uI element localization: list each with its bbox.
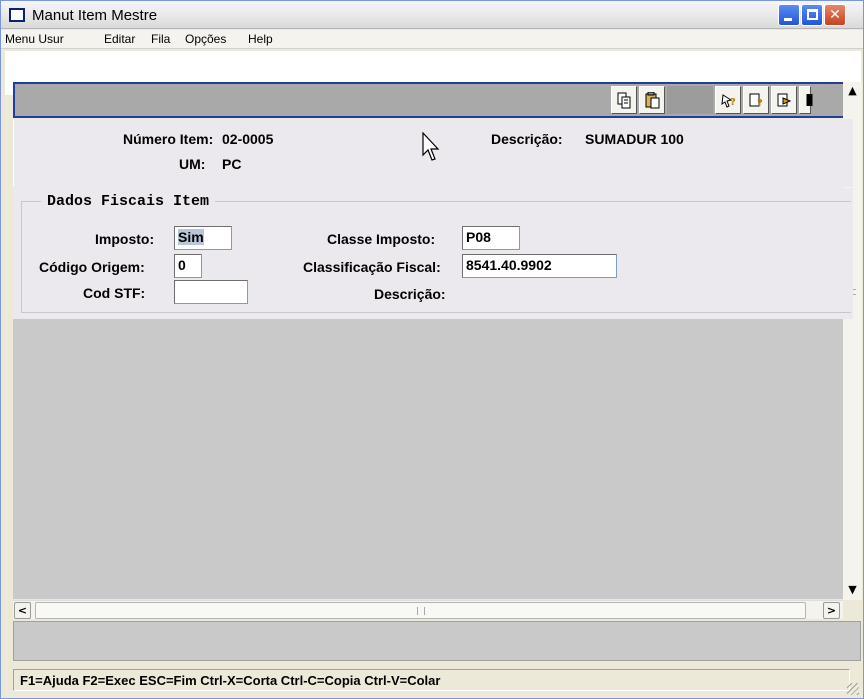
status-field: F1=Ajuda F2=Exec ESC=Fim Ctrl-X=Corta Ct…: [13, 669, 850, 691]
um-value: PC: [222, 156, 242, 172]
menu-item-help[interactable]: Help: [248, 32, 273, 46]
classificacao-fiscal-label: Classificação Fiscal:: [303, 259, 441, 275]
window-title: Manut Item Mestre: [32, 7, 158, 24]
empty-content-area: [13, 319, 843, 599]
exit-button[interactable]: [799, 86, 813, 114]
numero-item-label: Número Item:: [123, 131, 214, 147]
edit-query-button[interactable]: ?: [743, 86, 769, 114]
exit-icon: [806, 94, 813, 106]
copy-icon: [617, 92, 631, 109]
scroll-grip-icon: [417, 607, 425, 615]
descricao-value: SUMADUR 100: [585, 131, 684, 147]
copy-button[interactable]: [611, 86, 637, 114]
codigo-origem-field[interactable]: 0: [174, 254, 202, 278]
scroll-down-icon[interactable]: ▼: [844, 581, 861, 598]
message-area: [13, 621, 861, 661]
codigo-origem-value: 0: [178, 257, 186, 273]
classe-imposto-value: P08: [466, 229, 491, 245]
edit-query-icon: ?: [749, 93, 763, 109]
horizontal-scroll-thumb[interactable]: [35, 602, 806, 619]
descricao-label: Descrição:: [491, 131, 563, 147]
um-label: UM:: [179, 156, 206, 172]
navigate-button[interactable]: [771, 86, 797, 114]
menu-bar: Menu Usur Editar Fila Opções Help: [1, 30, 863, 49]
scroll-left-icon[interactable]: <: [14, 602, 31, 619]
menu-item-menu-usur[interactable]: Menu Usur: [5, 32, 64, 46]
status-text: F1=Ajuda F2=Exec ESC=Fim Ctrl-X=Corta Ct…: [20, 673, 441, 688]
query-button[interactable]: ?: [715, 86, 741, 114]
codigo-origem-label: Código Origem:: [39, 259, 145, 275]
minimize-button[interactable]: [778, 4, 800, 26]
toolbar: ? ?: [13, 82, 855, 118]
imposto-value: Sim: [178, 229, 204, 245]
numero-item-value: 02-0005: [222, 131, 274, 147]
svg-text:?: ?: [730, 97, 736, 108]
window-icon: [9, 8, 25, 22]
minimize-icon: [784, 18, 792, 21]
paste-icon: [645, 92, 660, 109]
imposto-label: Imposto:: [95, 231, 155, 247]
maximize-button[interactable]: [801, 4, 823, 26]
fiscal-data-group-title: Dados Fiscais Item: [41, 193, 216, 210]
close-icon: ✕: [829, 7, 841, 23]
fiscal-descricao-label: Descrição:: [374, 286, 446, 302]
status-bar: F1=Ajuda F2=Exec ESC=Fim Ctrl-X=Corta Ct…: [5, 663, 861, 697]
horizontal-scrollbar[interactable]: < >: [13, 600, 843, 619]
menu-item-editar[interactable]: Editar: [104, 32, 135, 46]
svg-text:?: ?: [757, 98, 763, 109]
scroll-up-icon[interactable]: ▲: [844, 82, 861, 99]
toolbar-separator: [667, 86, 713, 114]
cod-stf-label: Cod STF:: [83, 285, 146, 301]
scroll-right-icon[interactable]: >: [823, 602, 840, 619]
imposto-field[interactable]: Sim: [174, 226, 232, 250]
maximize-icon: [807, 9, 818, 20]
resize-grip-icon[interactable]: [847, 683, 859, 695]
menu-item-opcoes[interactable]: Opções: [185, 32, 226, 46]
close-button[interactable]: ✕: [824, 4, 846, 26]
application-window: Manut Item Mestre ✕ Menu Usur Editar Fil…: [0, 0, 864, 699]
cod-stf-field[interactable]: [174, 280, 248, 304]
title-bar[interactable]: Manut Item Mestre ✕: [1, 1, 863, 29]
classificacao-fiscal-value: 8541.40.9902: [466, 257, 552, 273]
mouse-cursor-icon: [422, 132, 440, 161]
classe-imposto-field[interactable]: P08: [462, 226, 520, 250]
query-icon: ?: [721, 94, 736, 108]
menu-item-fila[interactable]: Fila: [151, 32, 170, 46]
navigate-icon: [777, 93, 792, 107]
classificacao-fiscal-field[interactable]: 8541.40.9902: [462, 254, 617, 278]
paste-button[interactable]: [639, 86, 665, 114]
classe-imposto-label: Classe Imposto:: [327, 231, 436, 247]
